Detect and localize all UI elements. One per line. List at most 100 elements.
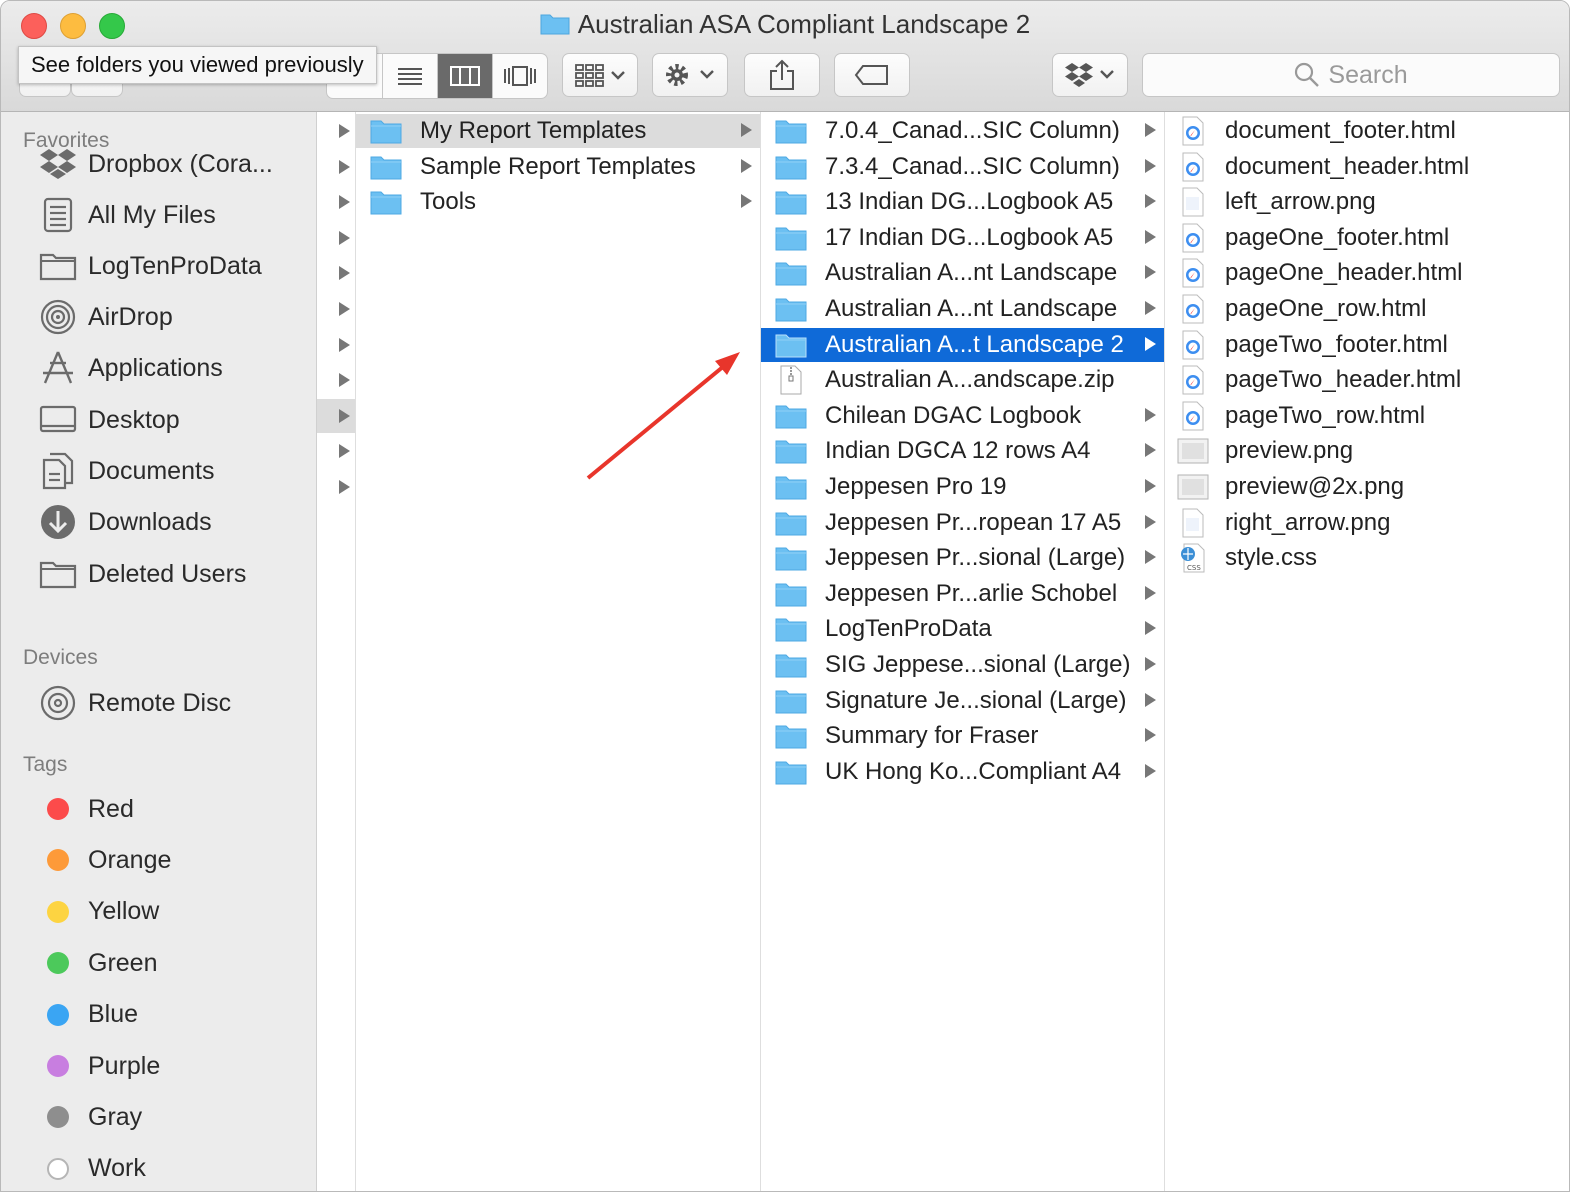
folder-row[interactable]: 13 Indian DG...Logbook A5: [761, 185, 1164, 219]
folder-row[interactable]: Tools: [356, 185, 760, 219]
file-row[interactable]: pageTwo_row.html: [1165, 399, 1569, 433]
sidebar-item-applications[interactable]: Applications: [1, 345, 316, 391]
search-field[interactable]: Search: [1142, 53, 1560, 97]
tag-label: Work: [88, 1154, 146, 1183]
folder-icon: [773, 755, 809, 789]
sidebar-item-logtenprodata[interactable]: LogTenProData: [1, 243, 316, 289]
folder-row[interactable]: Australian A...nt Landscape: [761, 292, 1164, 326]
file-row[interactable]: document_footer.html: [1165, 114, 1569, 148]
tag-yellow[interactable]: Yellow: [1, 889, 316, 935]
share-button[interactable]: [744, 53, 820, 97]
tag-label: Gray: [88, 1102, 143, 1131]
folder-icon: [38, 554, 78, 594]
folder-icon: [773, 506, 809, 540]
column-my-report-templates[interactable]: 7.0.4_Canad...SIC Column) 7.3.4_Canad...S…: [761, 112, 1165, 1191]
window-title-bar: Australian ASA Compliant Landscape 2: [1, 9, 1569, 42]
tag-purple[interactable]: Purple: [1, 1043, 316, 1089]
disclosure-arrow-icon[interactable]: [339, 302, 350, 316]
disclosure-arrow-icon[interactable]: [339, 373, 350, 388]
folder-row[interactable]: 7.0.4_Canad...SIC Column): [761, 114, 1164, 148]
file-row[interactable]: right_arrow.png: [1165, 506, 1569, 540]
dropbox-button[interactable]: [1052, 53, 1128, 97]
disclosure-arrow-icon: [1145, 407, 1156, 422]
disclosure-arrow-icon[interactable]: [339, 195, 350, 210]
file-row[interactable]: preview.png: [1165, 434, 1569, 468]
folder-row[interactable]: 17 Indian DG...Logbook A5: [761, 221, 1164, 255]
item-name: UK Hong Ko...Compliant A4: [825, 757, 1122, 785]
tag-work[interactable]: Work: [1, 1146, 316, 1191]
file-row[interactable]: preview@2x.png: [1165, 470, 1569, 504]
folder-row[interactable]: SIG Jeppese...sional (Large): [761, 648, 1164, 682]
folder-row[interactable]: Jeppesen Pro 19: [761, 470, 1164, 504]
desktop-icon: [38, 400, 78, 440]
folder-row[interactable]: Summary for Fraser: [761, 719, 1164, 753]
arrange-button[interactable]: [562, 53, 638, 97]
sidebar-item-remote-disc[interactable]: Remote Disc: [1, 680, 316, 726]
list-view-button[interactable]: [382, 54, 437, 98]
action-button[interactable]: [652, 53, 728, 97]
disclosure-arrow-icon[interactable]: [339, 408, 350, 423]
sidebar-item-documents[interactable]: Documents: [1, 448, 316, 494]
sidebar-item-deleted-users[interactable]: Deleted Users: [1, 551, 316, 597]
folder-row[interactable]: Australian A...nt Landscape: [761, 256, 1164, 290]
file-row[interactable]: Australian A...andscape.zip: [761, 363, 1164, 397]
disclosure-arrow-icon[interactable]: [339, 337, 350, 352]
tag-orange[interactable]: Orange: [1, 837, 316, 883]
disclosure-arrow-icon[interactable]: [339, 124, 350, 138]
folder-row[interactable]: Indian DGCA 12 rows A4: [761, 434, 1164, 468]
disclosure-arrow-icon: [1145, 585, 1156, 600]
file-row[interactable]: pageTwo_header.html: [1165, 363, 1569, 397]
item-name: pageOne_footer.html: [1225, 223, 1450, 251]
folder-row[interactable]: Jeppesen Pr...arlie Schobel: [761, 577, 1164, 611]
folder-row[interactable]: 7.3.4_Canad...SIC Column): [761, 150, 1164, 184]
file-row[interactable]: CSS style.css: [1165, 541, 1569, 575]
cover-flow-button[interactable]: [492, 54, 547, 98]
folder-row[interactable]: Jeppesen Pr...ropean 17 A5: [761, 506, 1164, 540]
sidebar-item-airdrop[interactable]: AirDrop: [1, 294, 316, 340]
html-file-icon: [1177, 114, 1209, 148]
folder-row[interactable]: LogTenProData: [761, 612, 1164, 646]
folder-row[interactable]: Jeppesen Pr...sional (Large): [761, 541, 1164, 575]
disclosure-arrow-icon[interactable]: [339, 230, 350, 245]
column-report-templates[interactable]: My Report Templates Sample Report Templat…: [356, 112, 761, 1191]
disclosure-arrow-icon[interactable]: [339, 159, 350, 174]
sidebar-item-desktop[interactable]: Desktop: [1, 397, 316, 443]
folder-icon: [773, 648, 809, 682]
sidebar-item-label: Remote Disc: [88, 688, 232, 717]
tags-button[interactable]: [834, 53, 910, 97]
sidebar-item-label: Documents: [88, 456, 215, 485]
folder-icon: [773, 328, 809, 362]
tag-red[interactable]: Red: [1, 786, 316, 832]
folder-row[interactable]: Signature Je...sional (Large): [761, 684, 1164, 718]
folder-icon: [773, 256, 809, 290]
column-view-button[interactable]: [437, 54, 492, 98]
sidebar-item-label: AirDrop: [88, 302, 173, 331]
tag-gray[interactable]: Gray: [1, 1094, 316, 1140]
folder-row[interactable]: Sample Report Templates: [356, 150, 760, 184]
folder-row[interactable]: Australian A...t Landscape 2: [761, 327, 1164, 362]
folder-row[interactable]: UK Hong Ko...Compliant A4: [761, 755, 1164, 789]
sidebar-item-downloads[interactable]: Downloads: [1, 499, 316, 545]
parent-column[interactable]: [317, 112, 356, 1191]
sidebar-item-label: Applications: [88, 353, 223, 382]
folder-row[interactable]: My Report Templates: [356, 114, 760, 148]
disclosure-arrow-icon[interactable]: [339, 266, 350, 281]
folder-row[interactable]: Chilean DGAC Logbook: [761, 399, 1164, 433]
html-file-icon: [1177, 363, 1209, 397]
file-row[interactable]: pageTwo_footer.html: [1165, 328, 1569, 362]
file-row[interactable]: pageOne_footer.html: [1165, 221, 1569, 255]
disclosure-arrow-icon[interactable]: [339, 480, 350, 494]
file-row[interactable]: left_arrow.png: [1165, 185, 1569, 219]
sidebar-item-all-my-files[interactable]: All My Files: [1, 192, 316, 238]
tag-label: Blue: [88, 1000, 139, 1029]
disclosure-arrow-icon[interactable]: [339, 444, 350, 459]
column-selected-folder[interactable]: document_footer.html document_header.html…: [1165, 112, 1569, 1191]
sidebar-item-dropbox-cora[interactable]: Dropbox (Cora...: [1, 141, 316, 187]
item-name: Australian A...andscape.zip: [825, 366, 1115, 394]
tag-blue[interactable]: Blue: [1, 992, 316, 1038]
tag-green[interactable]: Green: [1, 940, 316, 986]
file-row[interactable]: document_header.html: [1165, 150, 1569, 184]
file-row[interactable]: pageOne_header.html: [1165, 256, 1569, 290]
file-row[interactable]: pageOne_row.html: [1165, 292, 1569, 326]
image-file-icon: [1177, 470, 1209, 504]
